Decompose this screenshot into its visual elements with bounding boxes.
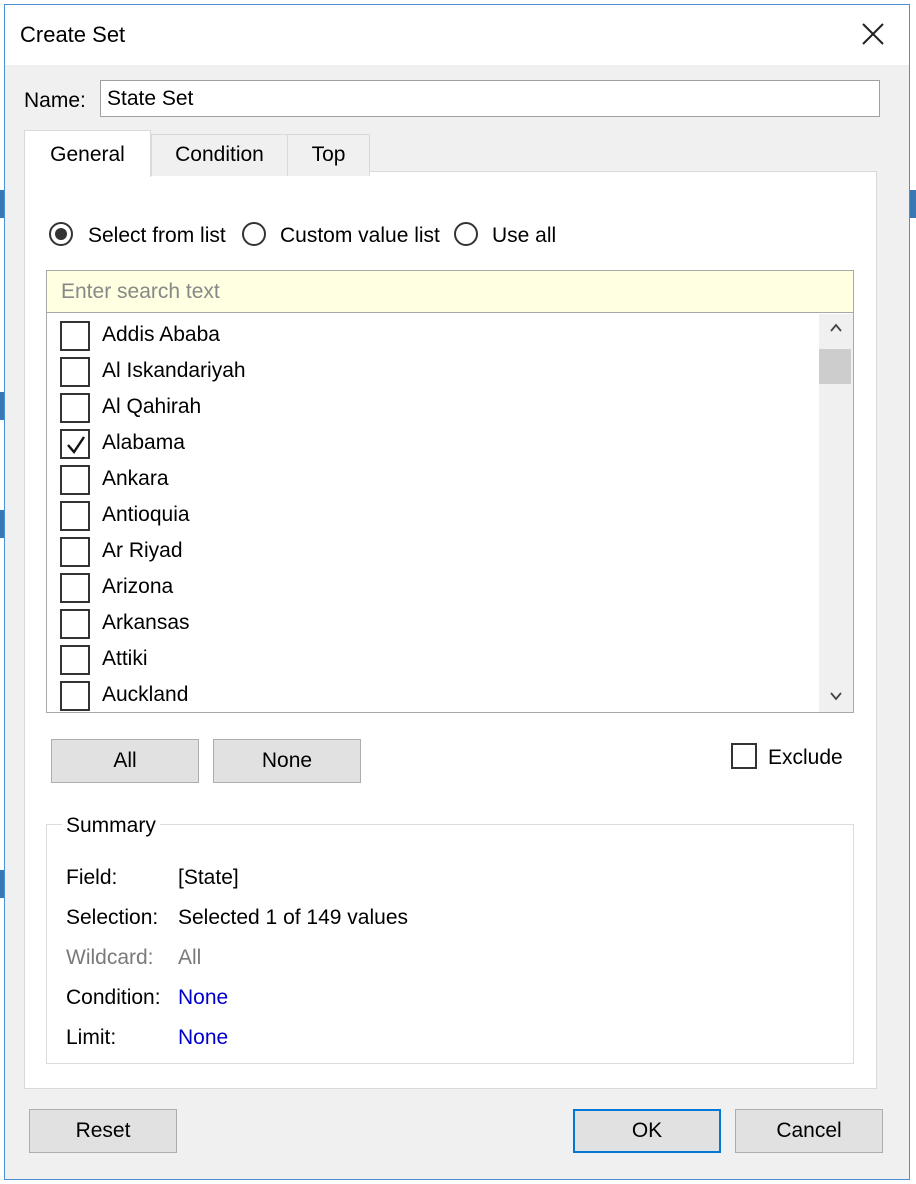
- select-none-button[interactable]: None: [213, 739, 361, 783]
- scroll-up-button[interactable]: [819, 314, 853, 344]
- item-checkbox[interactable]: [60, 681, 90, 711]
- select-all-button[interactable]: All: [51, 739, 199, 783]
- chevron-up-icon: [830, 323, 842, 332]
- search-input[interactable]: [47, 271, 853, 313]
- list-item[interactable]: Alabama: [47, 426, 817, 462]
- name-label: Name:: [24, 89, 86, 112]
- item-label: Ankara: [102, 467, 169, 490]
- summary-group: [46, 824, 854, 1064]
- radio-select-from-list[interactable]: [49, 222, 73, 246]
- item-checkbox[interactable]: [60, 645, 90, 675]
- summary-selection-value: Selected 1 of 149 values: [178, 906, 408, 929]
- title-bar: Create Set: [5, 5, 909, 65]
- tab-top[interactable]: Top: [287, 134, 370, 176]
- list-item[interactable]: Al Qahirah: [47, 390, 817, 426]
- background-edge-mark: [910, 190, 916, 218]
- radio-custom-value-list[interactable]: [242, 222, 266, 246]
- window-title: Create Set: [20, 22, 126, 47]
- summary-wildcard-value: All: [178, 946, 202, 969]
- name-input[interactable]: [100, 80, 880, 117]
- cancel-button[interactable]: Cancel: [735, 1109, 883, 1153]
- item-label: Attiki: [102, 647, 148, 670]
- item-checkbox-checked[interactable]: [60, 429, 90, 459]
- summary-selection-key: Selection:: [66, 906, 159, 929]
- radio-custom-value-list-label: Custom value list: [280, 224, 440, 247]
- item-label: Alabama: [102, 431, 185, 454]
- item-checkbox[interactable]: [60, 393, 90, 423]
- value-list: Addis Ababa Al Iskandariyah Al Qahirah A…: [46, 270, 854, 713]
- close-icon: [862, 23, 884, 45]
- item-label: Al Iskandariyah: [102, 359, 246, 382]
- summary-condition-link[interactable]: None: [178, 986, 228, 1010]
- chevron-down-icon: [830, 692, 842, 701]
- item-checkbox[interactable]: [60, 573, 90, 603]
- item-checkbox[interactable]: [60, 537, 90, 567]
- item-checkbox[interactable]: [60, 321, 90, 351]
- list-item[interactable]: Attiki: [47, 642, 817, 678]
- radio-use-all-label: Use all: [492, 224, 557, 247]
- list-item[interactable]: Ar Riyad: [47, 534, 817, 570]
- exclude-label: Exclude: [768, 746, 843, 769]
- item-label: Arkansas: [102, 611, 190, 634]
- item-label: Antioquia: [102, 503, 190, 526]
- list-item[interactable]: Antioquia: [47, 498, 817, 534]
- scroll-thumb[interactable]: [819, 349, 851, 384]
- list-item[interactable]: Ankara: [47, 462, 817, 498]
- list-scrollbar[interactable]: [819, 314, 853, 712]
- item-checkbox[interactable]: [60, 465, 90, 495]
- summary-wildcard-key: Wildcard:: [66, 946, 154, 969]
- exclude-checkbox[interactable]: [731, 743, 757, 769]
- item-label: Al Qahirah: [102, 395, 202, 418]
- item-label: Arizona: [102, 575, 174, 598]
- list-item[interactable]: Al Iskandariyah: [47, 354, 817, 390]
- item-checkbox[interactable]: [60, 609, 90, 639]
- radio-select-from-list-label: Select from list: [88, 224, 226, 247]
- summary-limit-key: Limit:: [66, 1026, 117, 1049]
- radio-use-all[interactable]: [454, 222, 478, 246]
- item-label: Auckland: [102, 683, 189, 706]
- item-checkbox[interactable]: [60, 357, 90, 387]
- list-item[interactable]: Addis Ababa: [47, 318, 817, 354]
- item-checkbox[interactable]: [60, 501, 90, 531]
- tab-general[interactable]: General: [24, 130, 151, 177]
- reset-button[interactable]: Reset: [29, 1109, 177, 1153]
- list-item[interactable]: Auckland: [47, 678, 817, 712]
- list-item[interactable]: Arizona: [47, 570, 817, 606]
- item-label: Ar Riyad: [102, 539, 183, 562]
- summary-legend: Summary: [62, 814, 160, 838]
- scroll-down-button[interactable]: [819, 682, 853, 712]
- summary-field-key: Field:: [66, 866, 118, 889]
- item-label: Addis Ababa: [102, 323, 220, 346]
- summary-condition-key: Condition:: [66, 986, 161, 1009]
- checkmark-icon: [67, 436, 85, 454]
- ok-button[interactable]: OK: [573, 1109, 721, 1153]
- summary-limit-link[interactable]: None: [178, 1026, 228, 1050]
- summary-field-value: [State]: [178, 866, 239, 889]
- list-item[interactable]: Arkansas: [47, 606, 817, 642]
- tab-condition[interactable]: Condition: [151, 134, 288, 176]
- close-button[interactable]: [839, 5, 909, 65]
